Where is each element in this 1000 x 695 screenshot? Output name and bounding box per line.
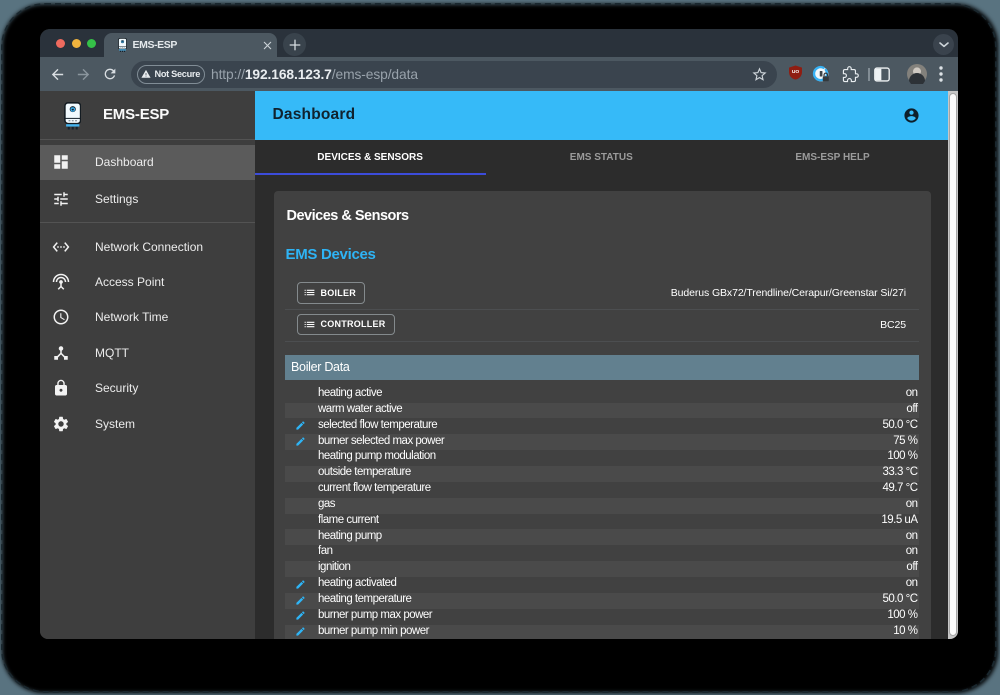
svg-text:UO: UO — [791, 69, 799, 75]
